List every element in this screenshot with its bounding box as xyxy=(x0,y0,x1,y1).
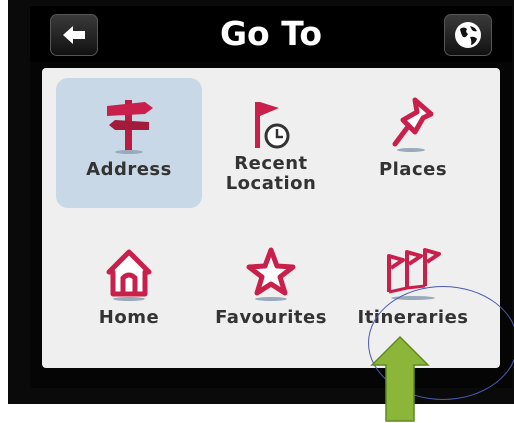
header-bar: Go To xyxy=(30,6,512,62)
menu-item-label: Home xyxy=(98,307,160,328)
map-globe-button[interactable] xyxy=(444,14,492,56)
screen: Go To Address Recent Location Places Hom… xyxy=(30,6,514,400)
menu-item-label: Places xyxy=(378,159,448,180)
menu-item-label: Favourites xyxy=(215,307,327,328)
flag-clock-icon xyxy=(255,102,290,149)
signpost-icon xyxy=(107,100,153,154)
globe-icon xyxy=(455,22,481,48)
device-bezel: Go To Address Recent Location Places Hom… xyxy=(8,0,514,404)
menu-item-recent-location[interactable]: Recent Location xyxy=(198,78,344,208)
pushpin-icon xyxy=(392,97,434,152)
star-icon xyxy=(246,247,296,301)
menu-item-home[interactable]: Home xyxy=(56,226,202,356)
house-icon xyxy=(106,249,152,301)
menu-item-label: Recent Location xyxy=(225,153,317,194)
menu-item-address[interactable]: Address xyxy=(56,78,202,208)
page-title: Go To xyxy=(219,14,323,53)
menu-item-favourites[interactable]: Favourites xyxy=(198,226,344,356)
menu-item-places[interactable]: Places xyxy=(340,78,486,208)
menu-panel: Address Recent Location Places Home Favo… xyxy=(42,68,514,400)
annotation-arrow-icon xyxy=(370,335,430,422)
menu-item-label: Address xyxy=(86,159,172,180)
